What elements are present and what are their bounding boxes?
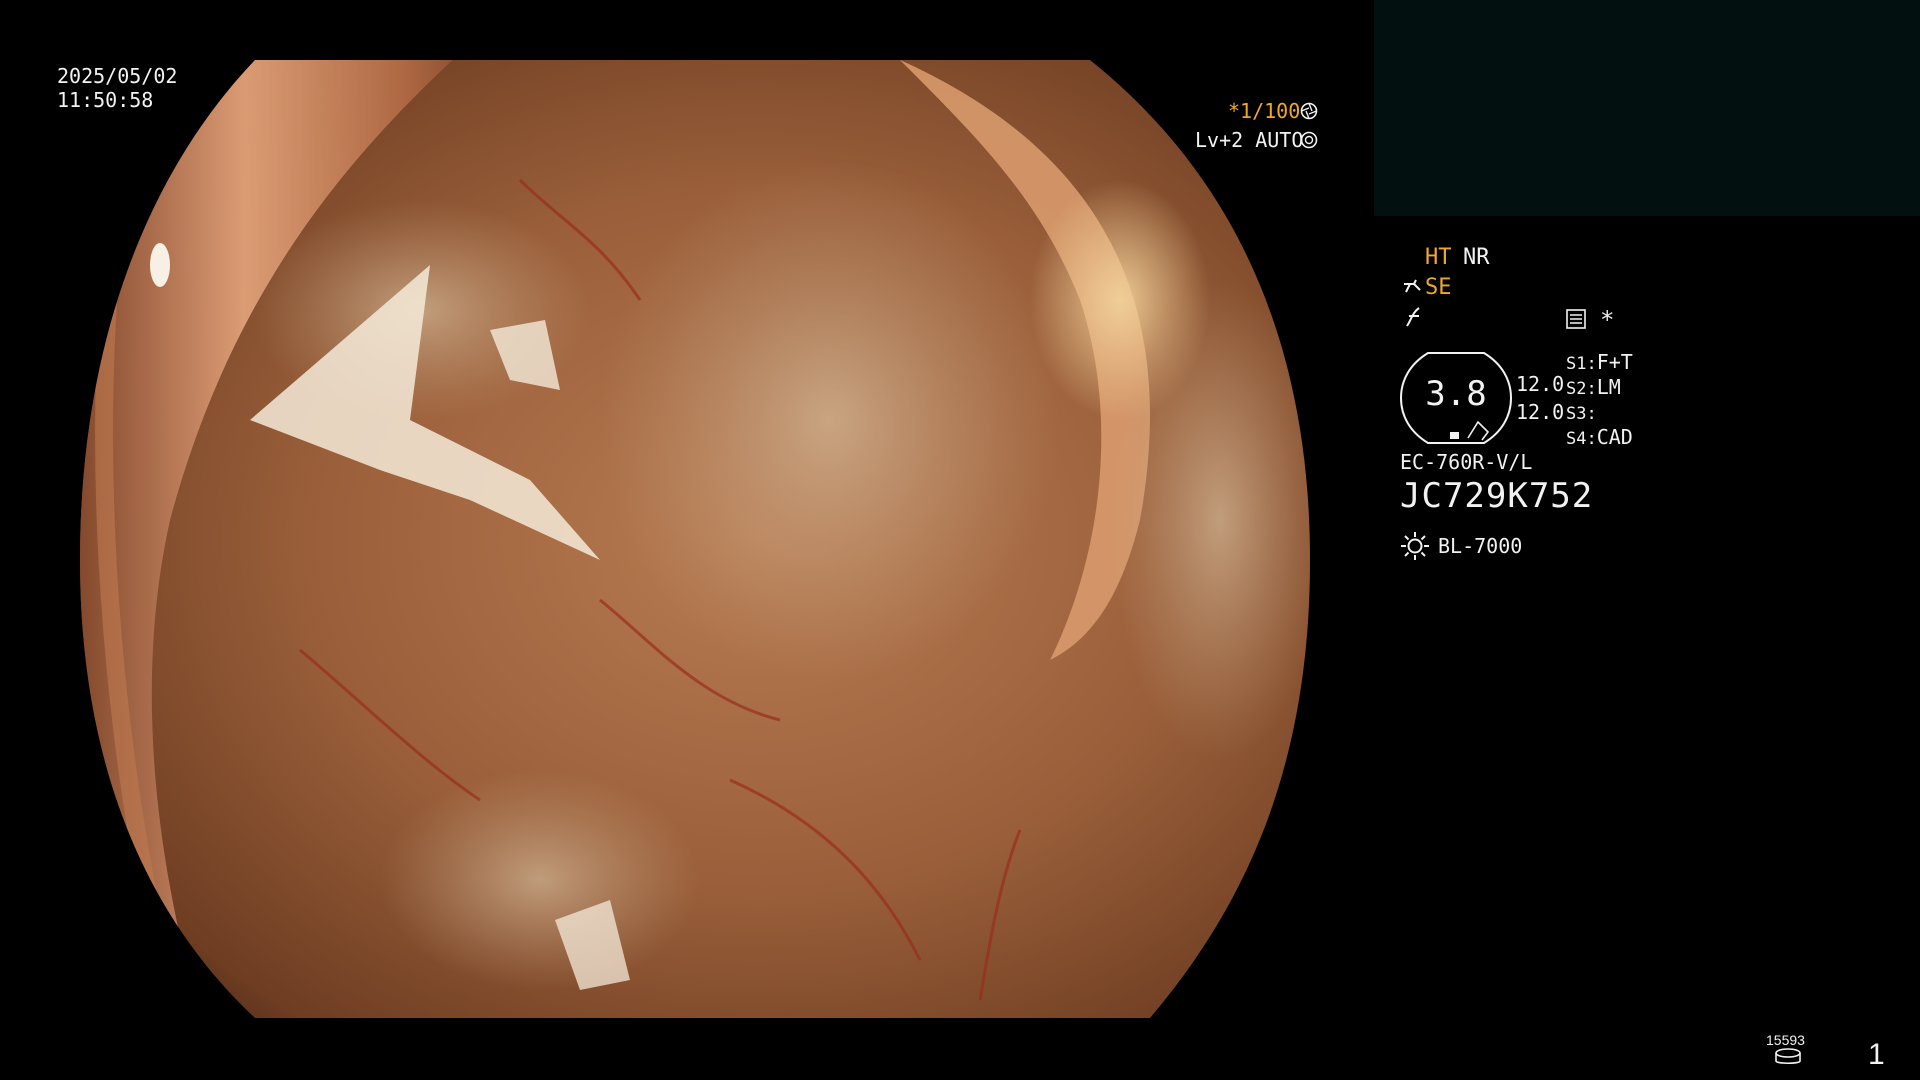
asterisk-indicator: * [1600,306,1615,334]
exposure-level: Lv+2 AUTO [1195,128,1304,152]
menu-list-icon [1566,309,1586,333]
switch-row: S2:LM [1566,375,1633,400]
gauge-val-2: 12.0 [1516,400,1565,424]
switch-key: S3: [1566,404,1597,424]
enhance-icon [1403,306,1425,332]
ht-label: HT [1425,245,1452,270]
iris-icon [1300,131,1318,153]
switch-key: S4: [1566,429,1597,449]
page-number: 1 [1868,1038,1885,1071]
switch-value: LM [1596,375,1621,399]
switch-list: S1:F+T S2:LM S3: S4:CAD [1566,350,1633,450]
switch-key: S1: [1566,354,1597,374]
light-source-icon [1400,531,1430,565]
storage-disc-icon [1774,1048,1802,1070]
se-label: SE [1425,275,1452,300]
switch-key: S2: [1566,379,1597,399]
storage-counter: 15593 [1766,1032,1805,1048]
switch-value: CAD [1596,425,1633,449]
switch-row: S3: [1566,400,1633,425]
shutter-icon [1300,102,1318,124]
switch-row: S4:CAD [1566,425,1633,450]
shutter-speed: *1/100 [1228,99,1301,123]
gauge-value: 3.8 [1425,374,1487,414]
date-label: 2025/05/02 [57,64,178,88]
switch-row: S1:F+T [1566,350,1633,375]
scope-serial: JC729K752 [1400,476,1594,516]
endoscope-image [80,60,1310,1018]
scope-hand-icon [1402,278,1426,302]
switch-value: F+T [1596,350,1633,374]
scope-model: EC-760R-V/L [1400,450,1533,474]
light-source-label: BL-7000 [1438,534,1523,558]
thumbnail-panel [1374,0,1920,216]
time-label: 11:50:58 [57,88,154,112]
gauge-val-1: 12.0 [1516,372,1565,396]
nr-label: NR [1463,245,1490,270]
